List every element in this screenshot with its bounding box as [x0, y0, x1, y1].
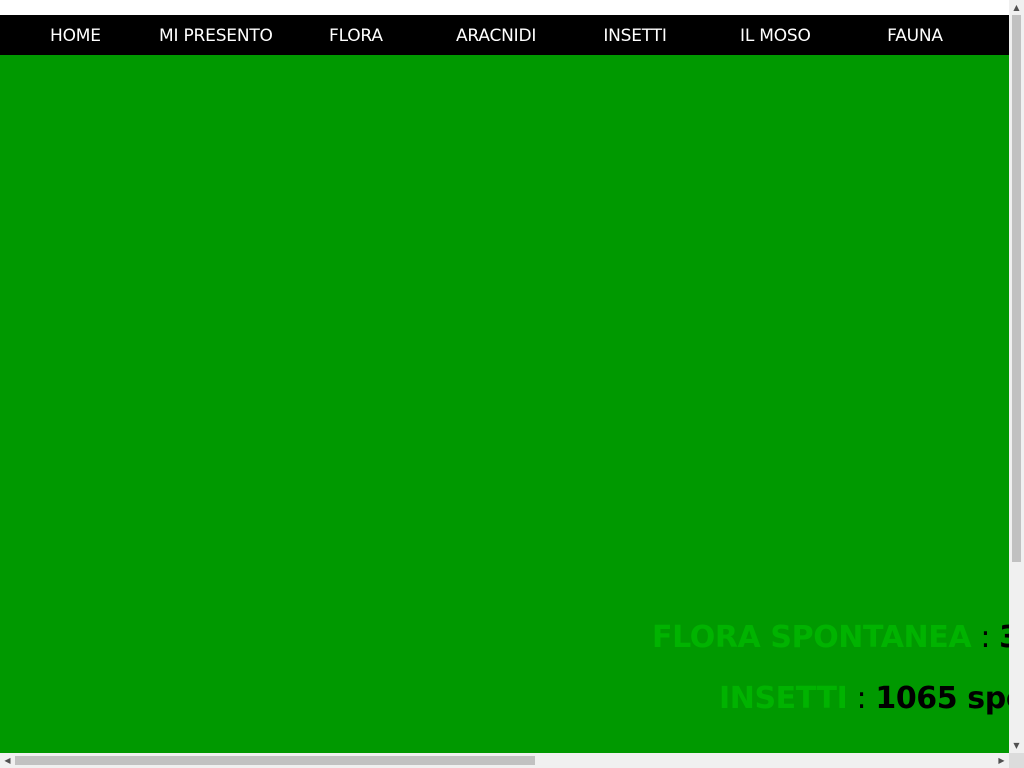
- vertical-scrollbar[interactable]: ▲ ▼: [1009, 0, 1024, 753]
- main-content: FLORA SPONTANEA : 342 s INSETTI : 1065 s…: [0, 55, 1009, 753]
- nav-fauna[interactable]: FAUNA: [886, 15, 944, 55]
- main-nav: HOME MI PRESENTO FLORA ARACNIDI INSETTI …: [0, 15, 1009, 55]
- nav-insetti[interactable]: INSETTI: [603, 15, 667, 55]
- top-strip: [0, 0, 1009, 15]
- stat-name: FLORA SPONTANEA: [652, 620, 972, 655]
- page-viewport: HOME MI PRESENTO FLORA ARACNIDI INSETTI …: [0, 0, 1009, 753]
- nav-mi-presento[interactable]: MI PRESENTO: [159, 15, 273, 55]
- scroll-left-icon[interactable]: ◀: [0, 753, 15, 768]
- horizontal-scroll-thumb[interactable]: [15, 756, 535, 765]
- nav-il-moso[interactable]: IL MOSO: [740, 15, 811, 55]
- stat-separator: :: [847, 681, 876, 716]
- scrollbar-corner: [1009, 753, 1024, 768]
- horizontal-scrollbar[interactable]: ◀ ▶: [0, 753, 1009, 768]
- scroll-down-icon[interactable]: ▼: [1009, 738, 1024, 753]
- vertical-scroll-thumb[interactable]: [1012, 15, 1021, 562]
- stat-value: 1065 specie: [875, 681, 1009, 716]
- stat-flora-spontanea: FLORA SPONTANEA : 342 s: [652, 620, 1009, 655]
- scroll-up-icon[interactable]: ▲: [1009, 0, 1024, 15]
- stat-separator: :: [971, 620, 1000, 655]
- nav-aracnidi[interactable]: ARACNIDI: [456, 15, 536, 55]
- stat-insetti: INSETTI : 1065 specie: [719, 681, 1009, 716]
- nav-flora[interactable]: FLORA: [329, 15, 383, 55]
- scroll-right-icon[interactable]: ▶: [994, 753, 1009, 768]
- nav-home[interactable]: HOME: [50, 15, 101, 55]
- stat-name: INSETTI: [719, 681, 848, 716]
- stat-value: 342 s: [999, 620, 1009, 655]
